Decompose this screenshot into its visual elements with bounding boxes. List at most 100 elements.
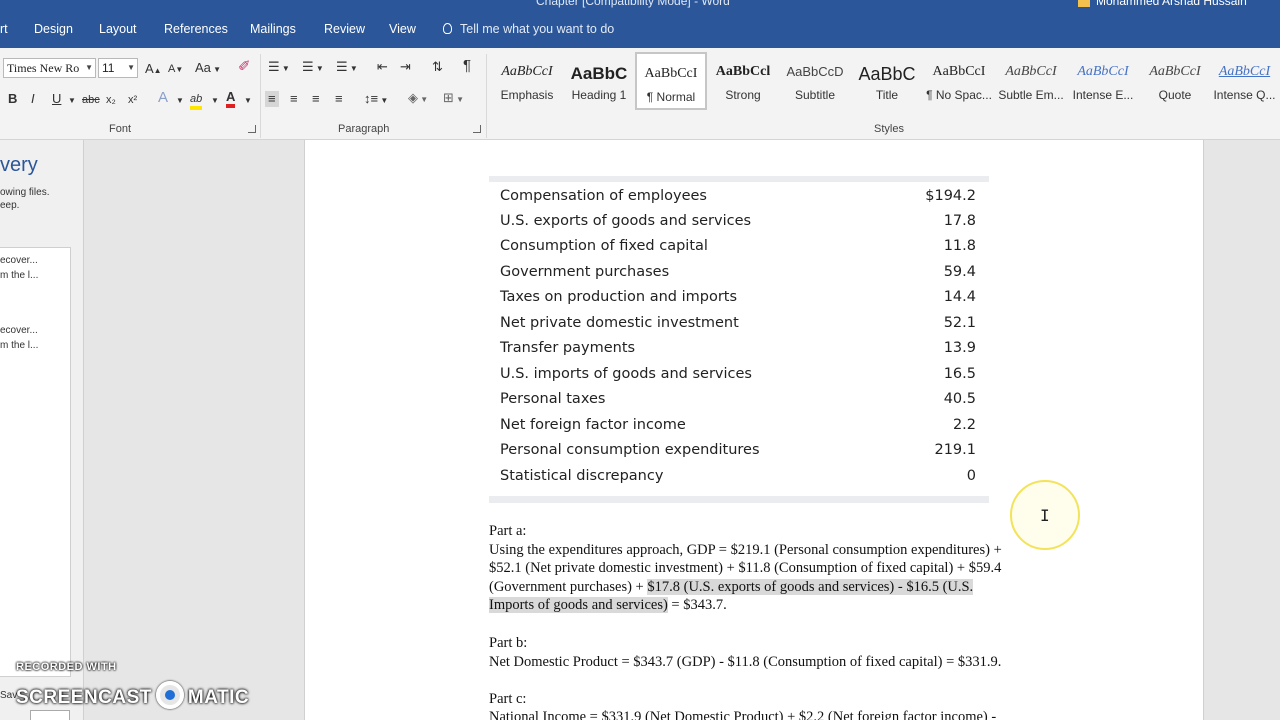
underline-button[interactable]: U <box>52 92 61 106</box>
tab-review[interactable]: Review <box>324 22 365 36</box>
tell-me-text: Tell me what you want to do <box>460 22 615 36</box>
sort-icon[interactable]: ⇅ <box>432 60 443 74</box>
show-formatting-button[interactable]: ¶ <box>463 58 471 73</box>
chevron-down-icon[interactable]: ▼ <box>85 59 93 77</box>
subscript-button[interactable]: x₂ <box>106 93 116 107</box>
style-title[interactable]: AaBbC Title <box>851 52 923 110</box>
watermark-brand-left: SCREENCAST <box>16 687 152 708</box>
table-row: Consumption of fixed capital 11.8 <box>489 234 989 259</box>
row-label: Taxes on production and imports <box>500 289 738 305</box>
align-center-icon[interactable]: ≡ <box>290 92 298 106</box>
recovery-close-button[interactable] <box>30 710 70 720</box>
table-row: U.S. exports of goods and services 17.8 <box>489 209 989 234</box>
user-account[interactable]: Mohammed Arshad Hussain <box>1078 0 1247 8</box>
screencast-logo-icon <box>155 681 184 709</box>
recovered-file-title: ecover... <box>0 325 38 336</box>
table-top-rule <box>489 176 989 182</box>
row-label: Consumption of fixed capital <box>500 238 708 254</box>
table-row: Taxes on production and imports 14.4 <box>489 285 989 310</box>
line-spacing-icon[interactable]: ↕≡ ▼ <box>364 92 388 108</box>
style-name: Strong <box>725 88 761 102</box>
recovered-file-source: m the l... <box>0 270 39 281</box>
clear-formatting-icon[interactable]: ✐ <box>238 59 251 74</box>
font-name-combo[interactable]: Times New Ro ▼ <box>3 58 96 78</box>
style-intense-quote[interactable]: AaBbCcI Intense Q... <box>1209 52 1280 110</box>
shading-icon[interactable]: ◈ ▼ <box>408 91 428 107</box>
paragraph-dialog-launcher-icon[interactable] <box>473 125 481 133</box>
chevron-down-icon[interactable]: ▼ <box>127 59 135 77</box>
tab-mailings[interactable]: Mailings <box>250 22 296 36</box>
style-name: Subtle Em... <box>998 88 1064 102</box>
align-right-icon[interactable]: ≡ <box>312 92 320 106</box>
style-name: ¶ No Spac... <box>926 88 992 102</box>
text-effects-dropdown-icon[interactable]: ▼ <box>176 94 184 108</box>
tell-me-box[interactable]: Tell me what you want to do <box>443 22 614 36</box>
style-name: Emphasis <box>500 88 554 102</box>
row-value: 17.8 <box>943 213 976 229</box>
multilevel-list-icon[interactable]: ☰ ▼ <box>336 60 358 76</box>
style-subtitle[interactable]: AaBbCcD Subtitle <box>779 52 851 110</box>
strikethrough-button[interactable]: abc <box>82 93 100 107</box>
shrink-font-button[interactable]: A▼ <box>168 62 183 77</box>
style-name: Subtitle <box>794 88 836 102</box>
bold-button[interactable]: B <box>8 92 17 106</box>
font-color-button[interactable]: A <box>226 90 236 108</box>
style-preview: AaBbCcI <box>1077 64 1129 79</box>
borders-icon[interactable]: ⊞ ▼ <box>443 91 464 107</box>
watermark-logo: SCREENCAST MATIC <box>16 681 249 709</box>
grow-font-button[interactable]: A▲ <box>145 62 162 78</box>
italic-button[interactable]: I <box>31 92 35 106</box>
recovery-save-label: Sav <box>0 690 18 701</box>
tab-view[interactable]: View <box>389 22 416 36</box>
table-row: Transfer payments 13.9 <box>489 336 989 361</box>
row-label: Net foreign factor income <box>500 417 686 433</box>
style-heading-1[interactable]: AaBbC Heading 1 <box>563 52 635 110</box>
recovery-pane-title: very <box>0 154 38 176</box>
part-b-label: Part b: <box>489 635 528 651</box>
tab-references[interactable]: References <box>164 22 228 36</box>
justify-icon[interactable]: ≡ <box>335 92 343 106</box>
table-bottom-rule <box>489 496 989 503</box>
style-emphasis[interactable]: AaBbCcI Emphasis <box>491 52 563 110</box>
part-a-label: Part a: <box>489 523 527 539</box>
title-tab-bar: Chapter [Compatibility Mode] - Word Moha… <box>0 0 1280 48</box>
table-row: Personal taxes 40.5 <box>489 387 989 412</box>
superscript-button[interactable]: x² <box>128 93 137 107</box>
font-dialog-launcher-icon[interactable] <box>248 125 256 133</box>
font-color-dropdown-icon[interactable]: ▼ <box>244 94 252 108</box>
style-intense-emphasis[interactable]: AaBbCcI Intense E... <box>1067 52 1139 110</box>
underline-dropdown-icon[interactable]: ▼ <box>68 94 76 108</box>
change-case-button[interactable]: Aa ▼ <box>195 61 221 77</box>
style-quote[interactable]: AaBbCcI Quote <box>1139 52 1211 110</box>
numbering-icon[interactable]: ☰ ▼ <box>302 60 324 76</box>
style-preview: AaBbCcI <box>501 64 553 79</box>
bullets-icon[interactable]: ☰ ▼ <box>268 60 290 76</box>
user-icon <box>1078 0 1090 7</box>
row-value: 59.4 <box>943 264 976 280</box>
style-subtle-emphasis[interactable]: AaBbCcI Subtle Em... <box>995 52 1067 110</box>
selected-text: Imports of goods and services) <box>489 597 668 613</box>
paragraph-group-label: Paragraph <box>338 123 390 135</box>
ribbon: Times New Ro ▼ 11 ▼ A▲ A▼ Aa ▼ ✐ B I U ▼ a… <box>0 48 1280 140</box>
style-preview: AaBbCcI <box>1149 64 1201 79</box>
part-c-line: National Income = $331.9 (Net Domestic P… <box>489 709 997 720</box>
user-name: Mohammed Arshad Hussain <box>1096 0 1247 8</box>
align-left-icon[interactable]: ≡ <box>265 91 279 107</box>
tab-design[interactable]: Design <box>34 22 73 36</box>
tab-layout[interactable]: Layout <box>99 22 137 36</box>
row-value: 16.5 <box>943 366 976 382</box>
highlight-button[interactable]: ab <box>190 92 203 110</box>
style-normal[interactable]: AaBbCcI ¶ Normal <box>635 52 707 110</box>
increase-indent-icon[interactable]: ⇥ <box>400 60 411 74</box>
row-value: 13.9 <box>943 340 976 356</box>
style-no-spacing[interactable]: AaBbCcI ¶ No Spac... <box>923 52 995 110</box>
decrease-indent-icon[interactable]: ⇤ <box>377 60 388 74</box>
text-effects-button[interactable]: A <box>158 90 168 105</box>
font-size-combo[interactable]: 11 ▼ <box>98 58 138 78</box>
style-strong[interactable]: AaBbCcl Strong <box>707 52 779 110</box>
recovery-description-line: eep. <box>0 200 20 211</box>
table-row: Government purchases 59.4 <box>489 260 989 285</box>
tab-insert[interactable]: rt <box>0 22 8 36</box>
style-name: Intense E... <box>1072 88 1134 102</box>
highlight-dropdown-icon[interactable]: ▼ <box>211 94 219 108</box>
